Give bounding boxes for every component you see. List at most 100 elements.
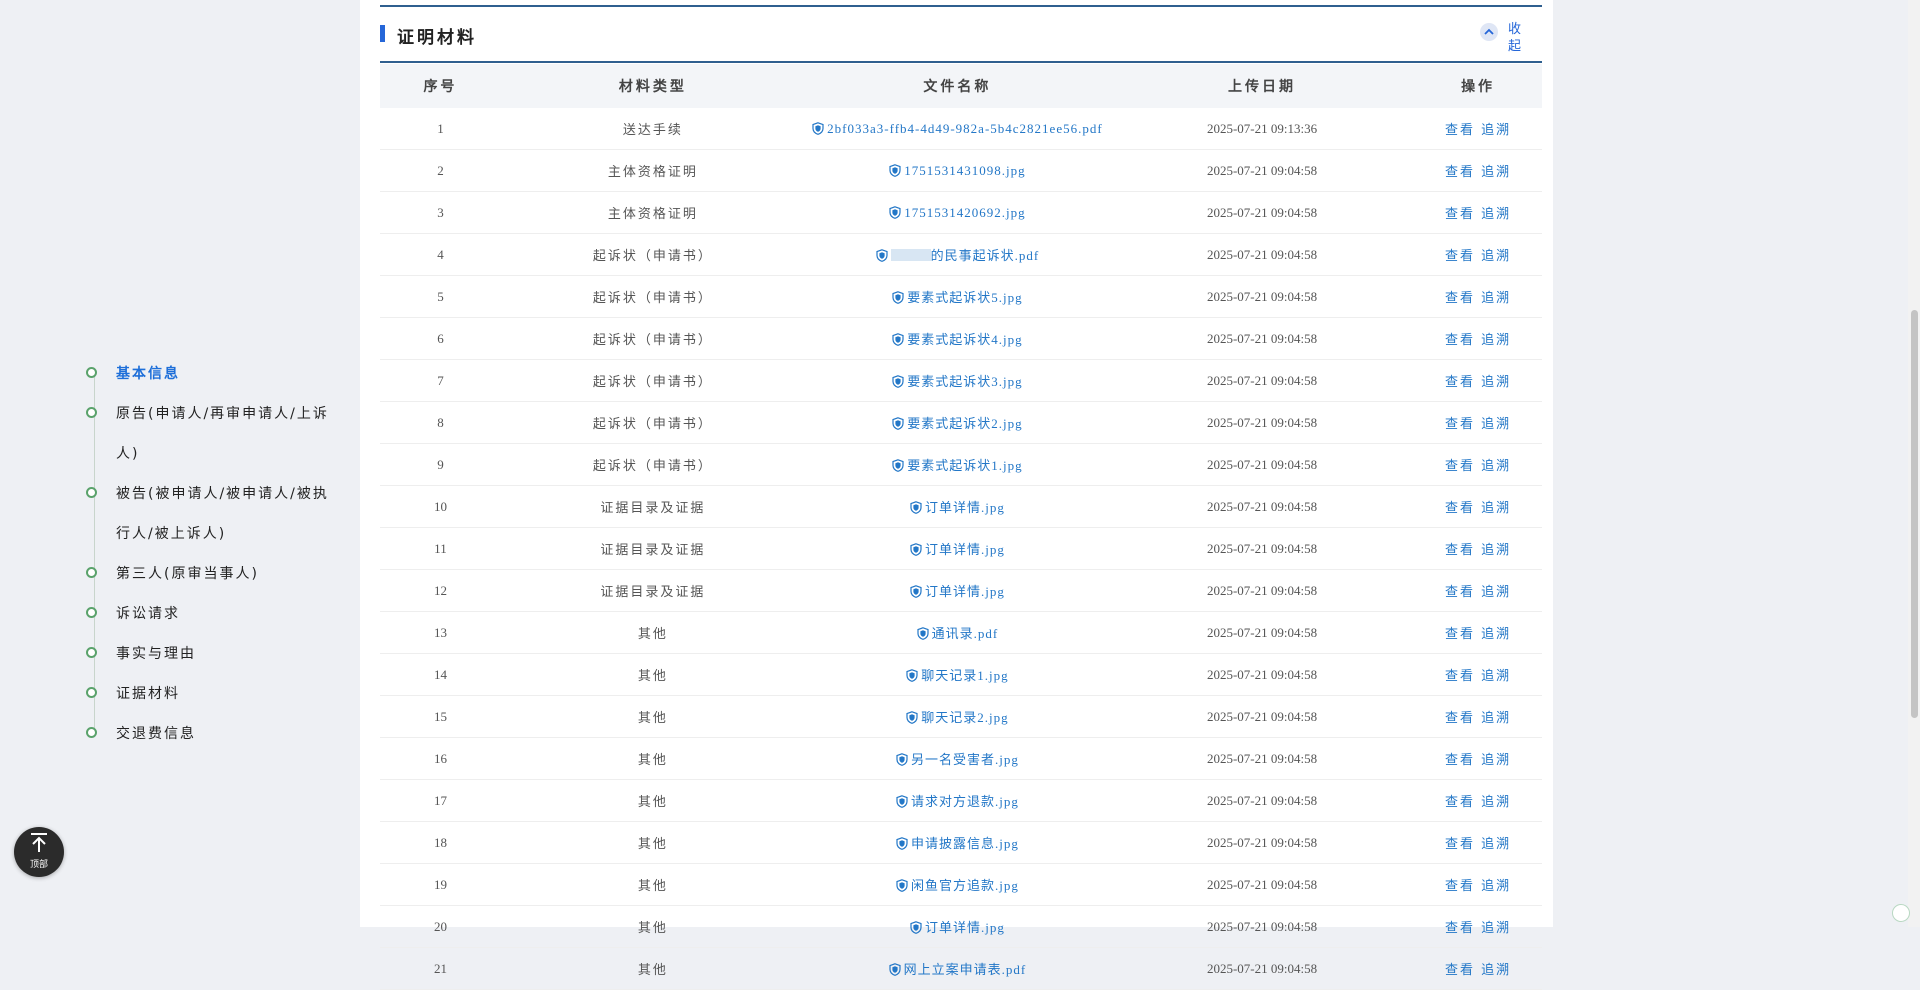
file-link[interactable]: 要素式起诉状4.jpg xyxy=(892,332,1022,347)
redacted-text xyxy=(890,249,931,261)
table-row: 14 其他 聊天记录1.jpg 2025-07-21 09:04:58 查看 追溯 xyxy=(380,653,1542,696)
view-button[interactable]: 查看 xyxy=(1445,333,1475,348)
trace-button[interactable]: 追溯 xyxy=(1481,249,1511,264)
file-link[interactable]: 2bf033a3-ffb4-4d49-982a-5b4c2821ee56.pdf xyxy=(812,121,1103,136)
row-actions: 查看 追溯 xyxy=(1414,485,1542,528)
trace-button[interactable]: 追溯 xyxy=(1481,963,1511,978)
section-title: 证明材料 xyxy=(397,28,477,48)
file-link[interactable]: 1751531420692.jpg xyxy=(889,205,1025,220)
view-button[interactable]: 查看 xyxy=(1445,795,1475,810)
file-name: 1751531420692.jpg xyxy=(904,204,1026,220)
file-name: 网上立案申请表.pdf xyxy=(903,962,1027,977)
file-link[interactable]: 通讯录.pdf xyxy=(917,626,999,641)
file-link[interactable]: 订单详情.jpg xyxy=(910,584,1005,599)
view-button[interactable]: 查看 xyxy=(1445,459,1475,474)
trace-button[interactable]: 追溯 xyxy=(1481,711,1511,726)
view-button[interactable]: 查看 xyxy=(1445,375,1475,390)
trace-button[interactable]: 追溯 xyxy=(1481,501,1511,516)
view-button[interactable]: 查看 xyxy=(1445,585,1475,600)
file-link[interactable]: 要素式起诉状3.jpg xyxy=(892,374,1022,389)
trace-button[interactable]: 追溯 xyxy=(1481,879,1511,894)
file-name: 聊天记录1.jpg xyxy=(921,668,1009,683)
trace-button[interactable]: 追溯 xyxy=(1481,417,1511,432)
col-header-filename: 文件名称 xyxy=(804,64,1110,108)
file-link[interactable]: 订单详情.jpg xyxy=(910,500,1005,515)
view-button[interactable]: 查看 xyxy=(1445,165,1475,180)
view-button[interactable]: 查看 xyxy=(1445,753,1475,768)
file-link[interactable]: 的民事起诉状.pdf xyxy=(876,248,1040,263)
file-link[interactable]: 申请披露信息.jpg xyxy=(896,836,1019,851)
table-row: 3 主体资格证明 1751531420692.jpg 2025-07-21 09:04… xyxy=(380,191,1542,234)
file-link[interactable]: 要素式起诉状1.jpg xyxy=(892,458,1022,473)
file-link[interactable]: 订单详情.jpg xyxy=(910,542,1005,557)
trace-button[interactable]: 追溯 xyxy=(1481,543,1511,558)
view-button[interactable]: 查看 xyxy=(1445,543,1475,558)
view-button[interactable]: 查看 xyxy=(1445,669,1475,684)
trace-button[interactable]: 追溯 xyxy=(1481,585,1511,600)
view-button[interactable]: 查看 xyxy=(1445,837,1475,852)
view-button[interactable]: 查看 xyxy=(1445,123,1475,138)
trace-button[interactable]: 追溯 xyxy=(1481,165,1511,180)
file-name: 聊天记录2.jpg xyxy=(921,710,1009,725)
row-upload-date: 2025-07-21 09:04:58 xyxy=(1109,233,1415,276)
file-link[interactable]: 网上立案申请表.pdf xyxy=(889,962,1027,977)
file-link[interactable]: 要素式起诉状5.jpg xyxy=(892,290,1022,305)
row-file-cell: 1751531431098.jpg xyxy=(804,149,1110,192)
file-link[interactable]: 聊天记录2.jpg xyxy=(906,710,1008,725)
row-upload-date: 2025-07-21 09:04:58 xyxy=(1109,947,1415,990)
shield-icon xyxy=(876,248,891,263)
anchor-item-third-party[interactable]: 第三人(原审当事人) xyxy=(86,554,336,594)
scrollbar-track[interactable] xyxy=(1908,0,1920,927)
view-button[interactable]: 查看 xyxy=(1445,207,1475,222)
back-to-top-button[interactable]: 顶部 xyxy=(14,827,64,877)
view-button[interactable]: 查看 xyxy=(1445,921,1475,936)
row-material-type: 其他 xyxy=(500,779,805,822)
anchor-item-evidence[interactable]: 证据材料 xyxy=(86,674,336,714)
trace-button[interactable]: 追溯 xyxy=(1481,921,1511,936)
file-link[interactable]: 闲鱼官方追款.jpg xyxy=(896,878,1019,893)
trace-button[interactable]: 追溯 xyxy=(1481,291,1511,306)
file-link[interactable]: 要素式起诉状2.jpg xyxy=(892,416,1022,431)
trace-button[interactable]: 追溯 xyxy=(1481,795,1511,810)
anchor-item-claims[interactable]: 诉讼请求 xyxy=(86,594,336,634)
file-link[interactable]: 另一名受害者.jpg xyxy=(896,752,1019,767)
collapse-button[interactable]: 收起 xyxy=(1480,21,1522,55)
trace-button[interactable]: 追溯 xyxy=(1481,375,1511,390)
view-button[interactable]: 查看 xyxy=(1445,711,1475,726)
file-link[interactable]: 1751531431098.jpg xyxy=(889,163,1025,178)
trace-button[interactable]: 追溯 xyxy=(1481,333,1511,348)
trace-button[interactable]: 追溯 xyxy=(1481,627,1511,642)
trace-button[interactable]: 追溯 xyxy=(1481,207,1511,222)
view-button[interactable]: 查看 xyxy=(1445,963,1475,978)
view-button[interactable]: 查看 xyxy=(1445,249,1475,264)
trace-button[interactable]: 追溯 xyxy=(1481,123,1511,138)
anchor-item-basic-info[interactable]: 基本信息 xyxy=(86,354,336,394)
trace-button[interactable]: 追溯 xyxy=(1481,669,1511,684)
anchor-item-facts[interactable]: 事实与理由 xyxy=(86,634,336,674)
trace-button[interactable]: 追溯 xyxy=(1481,753,1511,768)
file-link[interactable]: 请求对方退款.jpg xyxy=(896,794,1019,809)
trace-button[interactable]: 追溯 xyxy=(1481,459,1511,474)
file-link[interactable]: 聊天记录1.jpg xyxy=(906,668,1008,683)
row-file-cell: 要素式起诉状4.jpg xyxy=(804,317,1110,360)
anchor-item-plaintiff[interactable]: 原告(申请人/再审申请人/上诉人) xyxy=(86,394,336,474)
view-button[interactable]: 查看 xyxy=(1445,291,1475,306)
view-button[interactable]: 查看 xyxy=(1445,879,1475,894)
row-index: 1 xyxy=(380,108,501,150)
file-link[interactable]: 订单详情.jpg xyxy=(910,920,1005,935)
view-button[interactable]: 查看 xyxy=(1445,501,1475,516)
row-upload-date: 2025-07-21 09:04:58 xyxy=(1109,443,1415,486)
anchor-item-defendant[interactable]: 被告(被申请人/被申请人/被执行人/被上诉人) xyxy=(86,474,336,554)
scrollbar-thumb[interactable] xyxy=(1911,310,1918,718)
view-button[interactable]: 查看 xyxy=(1445,417,1475,432)
shield-icon xyxy=(917,626,932,641)
row-upload-date: 2025-07-21 09:04:58 xyxy=(1109,485,1415,528)
trace-button[interactable]: 追溯 xyxy=(1481,837,1511,852)
file-name: 要素式起诉状4.jpg xyxy=(907,332,1023,347)
view-button[interactable]: 查看 xyxy=(1445,627,1475,642)
col-header-actions: 操作 xyxy=(1414,64,1542,108)
row-upload-date: 2025-07-21 09:04:58 xyxy=(1109,779,1415,822)
anchor-item-fees[interactable]: 交退费信息 xyxy=(86,714,336,754)
row-material-type: 起诉状（申请书） xyxy=(500,317,805,360)
row-file-cell: 通讯录.pdf xyxy=(804,611,1110,654)
